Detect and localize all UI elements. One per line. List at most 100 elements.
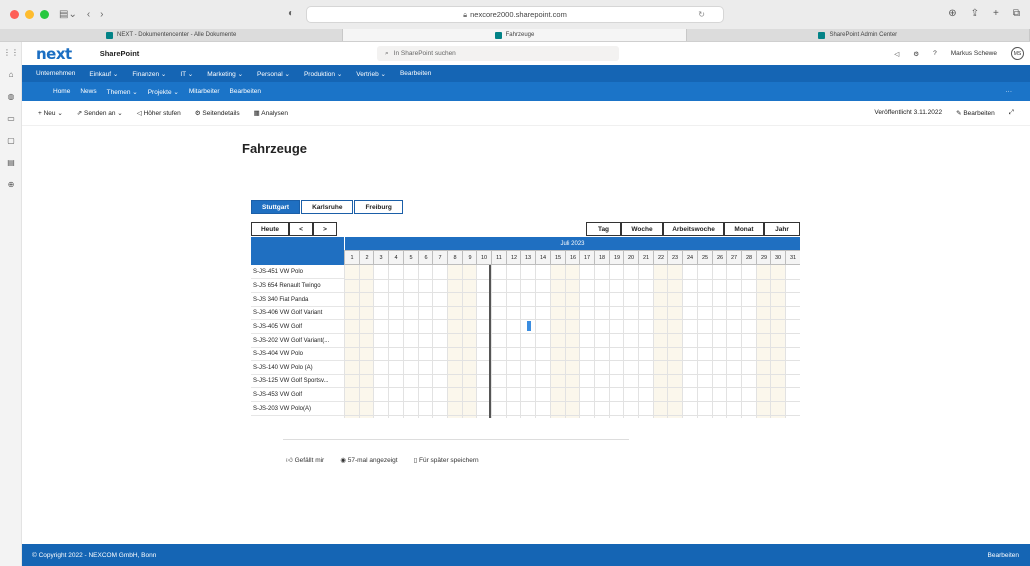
edit-page-button[interactable]: ✎ Bearbeiten: [956, 109, 995, 117]
privacy-shield-icon[interactable]: ◐: [288, 8, 294, 19]
day-column[interactable]: [359, 265, 374, 418]
location-karlsruhe-button[interactable]: Karlsruhe: [301, 200, 354, 214]
promote-button[interactable]: ◁ Höher stufen: [137, 109, 181, 117]
day-column[interactable]: [756, 265, 771, 418]
day-column[interactable]: [594, 265, 609, 418]
day-column[interactable]: [447, 265, 462, 418]
vehicle-row-label[interactable]: S-JS-140 VW Polo (A): [251, 362, 344, 375]
view-week-button[interactable]: Woche: [621, 222, 663, 236]
forward-icon[interactable]: ›: [100, 9, 103, 20]
day-column[interactable]: [565, 265, 580, 418]
nav-news[interactable]: News: [80, 88, 96, 95]
nav-projekte[interactable]: Projekte ⌄: [148, 88, 179, 96]
next-logo[interactable]: next: [36, 45, 72, 63]
like-button[interactable]: 👍︎ Gefällt mir: [286, 456, 324, 464]
nav-site-bearbeiten[interactable]: Bearbeiten: [230, 88, 261, 95]
view-workweek-button[interactable]: Arbeitswoche: [663, 222, 724, 236]
nav-finanzen[interactable]: Finanzen ⌄: [132, 70, 166, 78]
day-column[interactable]: [491, 265, 506, 418]
expand-icon[interactable]: ⤢: [1009, 109, 1014, 117]
view-year-button[interactable]: Jahr: [764, 222, 800, 236]
day-column[interactable]: [462, 265, 477, 418]
today-button[interactable]: Heute: [251, 222, 289, 236]
day-column[interactable]: [770, 265, 785, 418]
vehicle-row-label[interactable]: S-JS-125 VW Golf Sportsv...: [251, 375, 344, 388]
zoom-window-button[interactable]: [40, 10, 49, 19]
day-column[interactable]: [550, 265, 565, 418]
avatar[interactable]: MS: [1011, 47, 1024, 60]
new-tab-icon[interactable]: +: [993, 8, 999, 19]
view-month-button[interactable]: Monat: [724, 222, 764, 236]
app-name[interactable]: SharePoint: [100, 49, 140, 58]
footer-edit-link[interactable]: Bearbeiten: [988, 552, 1019, 559]
minimize-window-button[interactable]: [25, 10, 34, 19]
day-column[interactable]: [579, 265, 594, 418]
view-day-button[interactable]: Tag: [586, 222, 621, 236]
vehicle-row-label[interactable]: S-JS 654 Renault Twingo: [251, 280, 344, 293]
browser-tab-admin-center[interactable]: SharePoint Admin Center: [687, 29, 1030, 41]
gear-icon[interactable]: ⚙: [913, 50, 919, 58]
close-window-button[interactable]: [10, 10, 19, 19]
vehicle-row-label[interactable]: S-JS-202 VW Golf Variant(...: [251, 335, 344, 348]
user-name[interactable]: Markus Schewe: [951, 50, 997, 57]
home-icon[interactable]: ⌂: [0, 64, 22, 86]
vehicle-row-label[interactable]: S-JS-203 VW Polo(A): [251, 403, 344, 416]
day-column[interactable]: [741, 265, 756, 418]
previous-button[interactable]: <: [289, 222, 313, 236]
day-column[interactable]: [344, 265, 359, 418]
day-column[interactable]: [623, 265, 638, 418]
day-column[interactable]: [609, 265, 624, 418]
files-icon[interactable]: ▢: [0, 130, 22, 152]
location-stuttgart-button[interactable]: Stuttgart: [251, 200, 301, 214]
day-column[interactable]: [535, 265, 550, 418]
day-column[interactable]: [388, 265, 403, 418]
share-icon[interactable]: ⇪: [971, 8, 979, 19]
day-column[interactable]: [638, 265, 653, 418]
day-column[interactable]: [653, 265, 668, 418]
location-freiburg-button[interactable]: Freiburg: [354, 200, 403, 214]
vehicle-row-label[interactable]: S-JS 340 Fiat Panda: [251, 294, 344, 307]
nav-personal[interactable]: Personal ⌄: [257, 70, 290, 78]
create-icon[interactable]: ⊕: [0, 174, 22, 196]
vehicle-row-label[interactable]: S-JS-404 VW Polo: [251, 348, 344, 361]
nav-unternehmen[interactable]: Unternehmen: [36, 70, 75, 77]
save-for-later-button[interactable]: ▯ Für später speichern: [414, 456, 479, 464]
day-column[interactable]: [785, 265, 800, 418]
day-column[interactable]: [506, 265, 521, 418]
nav-it[interactable]: IT ⌄: [180, 70, 193, 78]
nav-produktion[interactable]: Produktion ⌄: [304, 70, 342, 78]
lists-icon[interactable]: ▤: [0, 152, 22, 174]
day-column[interactable]: [520, 265, 535, 418]
nav-einkauf[interactable]: Einkauf ⌄: [89, 70, 118, 78]
new-button[interactable]: + Neu ⌄: [38, 109, 63, 117]
address-bar[interactable]: 🔒︎ nexcore2000.sharepoint.com ↻: [306, 6, 724, 23]
downloads-icon[interactable]: ⊕: [948, 8, 956, 19]
day-column[interactable]: [726, 265, 741, 418]
app-launcher-icon[interactable]: ⋮⋮: [0, 42, 22, 64]
day-column[interactable]: [712, 265, 727, 418]
nav-vertrieb[interactable]: Vertrieb ⌄: [356, 70, 386, 78]
calendar-grid[interactable]: 1 2 3 4 5 6 7 8 9 10 11 12 13 14 15 16 17 18 19 20 21 22 23 24 2…: [344, 250, 800, 418]
browser-tab-fahrzeuge[interactable]: Fahrzeuge: [343, 29, 687, 41]
nav-home[interactable]: Home: [53, 88, 70, 95]
page-details-button[interactable]: ⚙ Seitendetails: [195, 109, 240, 117]
day-column[interactable]: [403, 265, 418, 418]
day-column[interactable]: [418, 265, 433, 418]
back-icon[interactable]: ‹: [87, 9, 90, 20]
globe-icon[interactable]: ◍: [0, 86, 22, 108]
day-column[interactable]: [432, 265, 447, 418]
vehicle-row-label[interactable]: S-JS-406 VW Golf Variant: [251, 307, 344, 320]
nav-mitarbeiter[interactable]: Mitarbeiter: [189, 88, 220, 95]
booking-event[interactable]: [527, 321, 531, 331]
vehicle-row-label[interactable]: S-JS-405 VW Golf: [251, 321, 344, 334]
nav-marketing[interactable]: Marketing ⌄: [207, 70, 243, 78]
day-column[interactable]: [682, 265, 697, 418]
next-button[interactable]: >: [313, 222, 337, 236]
analytics-button[interactable]: ▦ Analysen: [254, 109, 288, 117]
more-icon[interactable]: ···: [1006, 88, 1013, 95]
vehicle-row-label[interactable]: S-JS-451 VW Polo: [251, 266, 344, 279]
sidebar-toggle-icon[interactable]: ▤⌄: [59, 9, 77, 20]
nav-themen[interactable]: Themen ⌄: [107, 88, 138, 96]
day-column[interactable]: [373, 265, 388, 418]
vehicle-row-label[interactable]: S-JS-453 VW Golf: [251, 389, 344, 402]
